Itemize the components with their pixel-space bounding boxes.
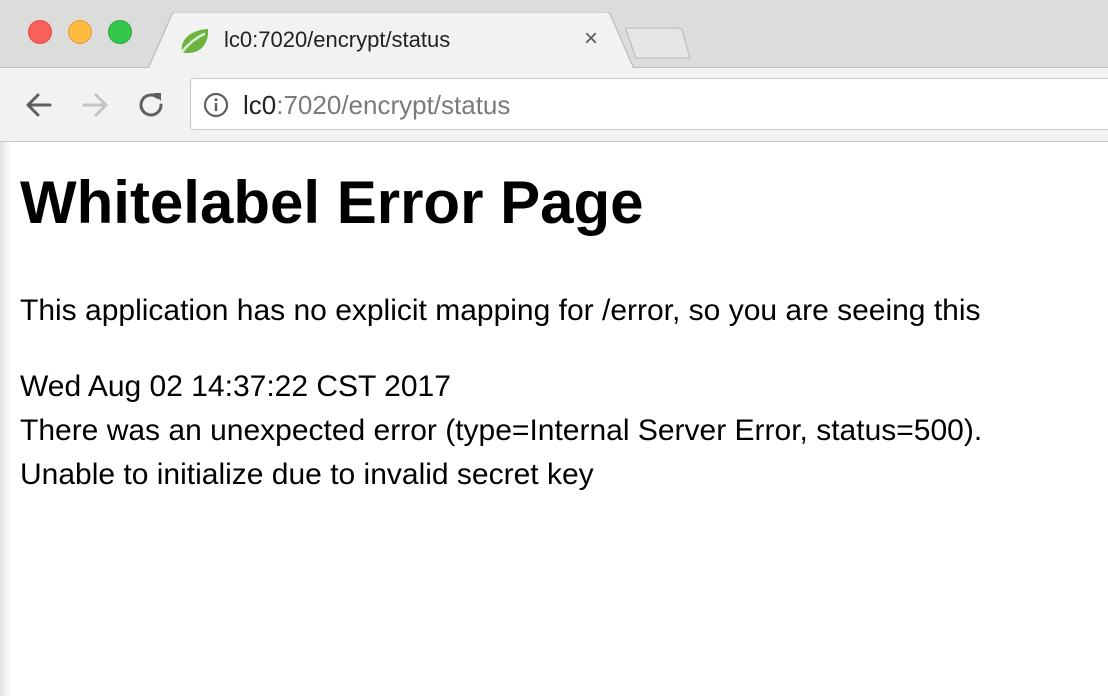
error-detail: There was an unexpected error (type=Inte… [20, 414, 983, 447]
spring-leaf-icon [180, 29, 209, 54]
reload-icon[interactable] [134, 88, 168, 122]
address-bar[interactable]: lc0:7020/encrypt/status [190, 78, 1108, 130]
info-icon[interactable] [203, 92, 229, 118]
left-edge-shadow [0, 142, 12, 696]
forward-arrow-icon[interactable] [78, 88, 112, 122]
browser-window: lc0:7020/encrypt/status × lc0:7020/encry… [0, 0, 1108, 696]
url-host: lc0 [243, 90, 277, 120]
page-title: Whitelabel Error Page [20, 169, 644, 236]
back-arrow-icon[interactable] [22, 88, 56, 122]
page-content: Whitelabel Error Page This application h… [0, 142, 1108, 696]
url-path: :7020/encrypt/status [276, 90, 511, 120]
new-tab-button[interactable] [624, 26, 694, 60]
tab-close-icon[interactable]: × [578, 26, 604, 52]
error-reason: Unable to initialize due to invalid secr… [20, 458, 594, 491]
address-url: lc0:7020/encrypt/status [243, 90, 510, 121]
tab-title: lc0:7020/encrypt/status [224, 27, 451, 52]
error-mapping-message: This application has no explicit mapping… [20, 294, 981, 327]
tab-active[interactable]: lc0:7020/encrypt/status × [148, 12, 638, 69]
window-maximize-button[interactable] [108, 20, 132, 44]
window-close-button[interactable] [28, 20, 52, 44]
browser-toolbar: lc0:7020/encrypt/status [0, 68, 1108, 142]
error-timestamp: Wed Aug 02 14:37:22 CST 2017 [20, 370, 451, 403]
tab-strip: lc0:7020/encrypt/status × [0, 0, 1108, 69]
window-minimize-button[interactable] [68, 20, 92, 44]
